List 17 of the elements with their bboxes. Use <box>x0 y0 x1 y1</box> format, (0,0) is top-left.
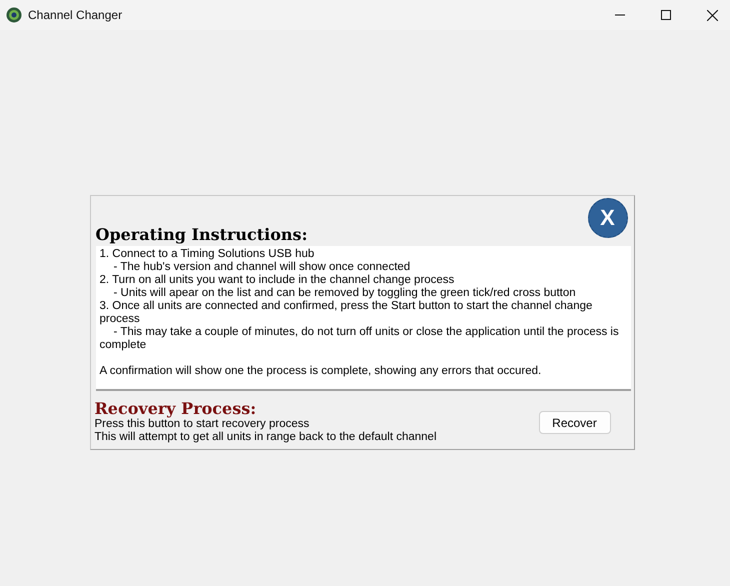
window-title: Channel Changer <box>28 8 122 22</box>
instruction-line: 2. Turn on all units you want to include in the channel change process <box>100 274 456 287</box>
instruction-line: 3. Once all units are connected and confirmed, press the Start button to start the channel change process <box>100 300 594 326</box>
instruction-line: 1. Connect to a Timing Solutions USB hub <box>100 248 316 261</box>
confirmation-text: A confirmation will show one the process is complete, showing any errors that occured. <box>100 365 542 378</box>
maximize-icon[interactable] <box>661 10 671 20</box>
instructions-heading: Operating Instructions: <box>96 225 308 244</box>
recover-button[interactable]: Recover <box>538 411 610 434</box>
close-button[interactable]: X <box>588 198 628 238</box>
instruction-line: - This may take a couple of minutes, do not turn off units or close the application until the process is complete <box>100 326 620 352</box>
recovery-text: This will attempt to get all units in range back to the default channel <box>94 431 437 444</box>
recovery-text: Press this button to start recovery process <box>94 418 310 431</box>
close-icon[interactable] <box>707 10 718 20</box>
recovery-heading: Recovery Process: <box>94 399 258 418</box>
instruction-line: - Units will apear on the list and can be removed by toggling the green tick/red cross button <box>112 287 577 300</box>
app-icon <box>6 7 22 23</box>
instruction-line: - The hub's version and channel will show once connected <box>112 261 412 274</box>
